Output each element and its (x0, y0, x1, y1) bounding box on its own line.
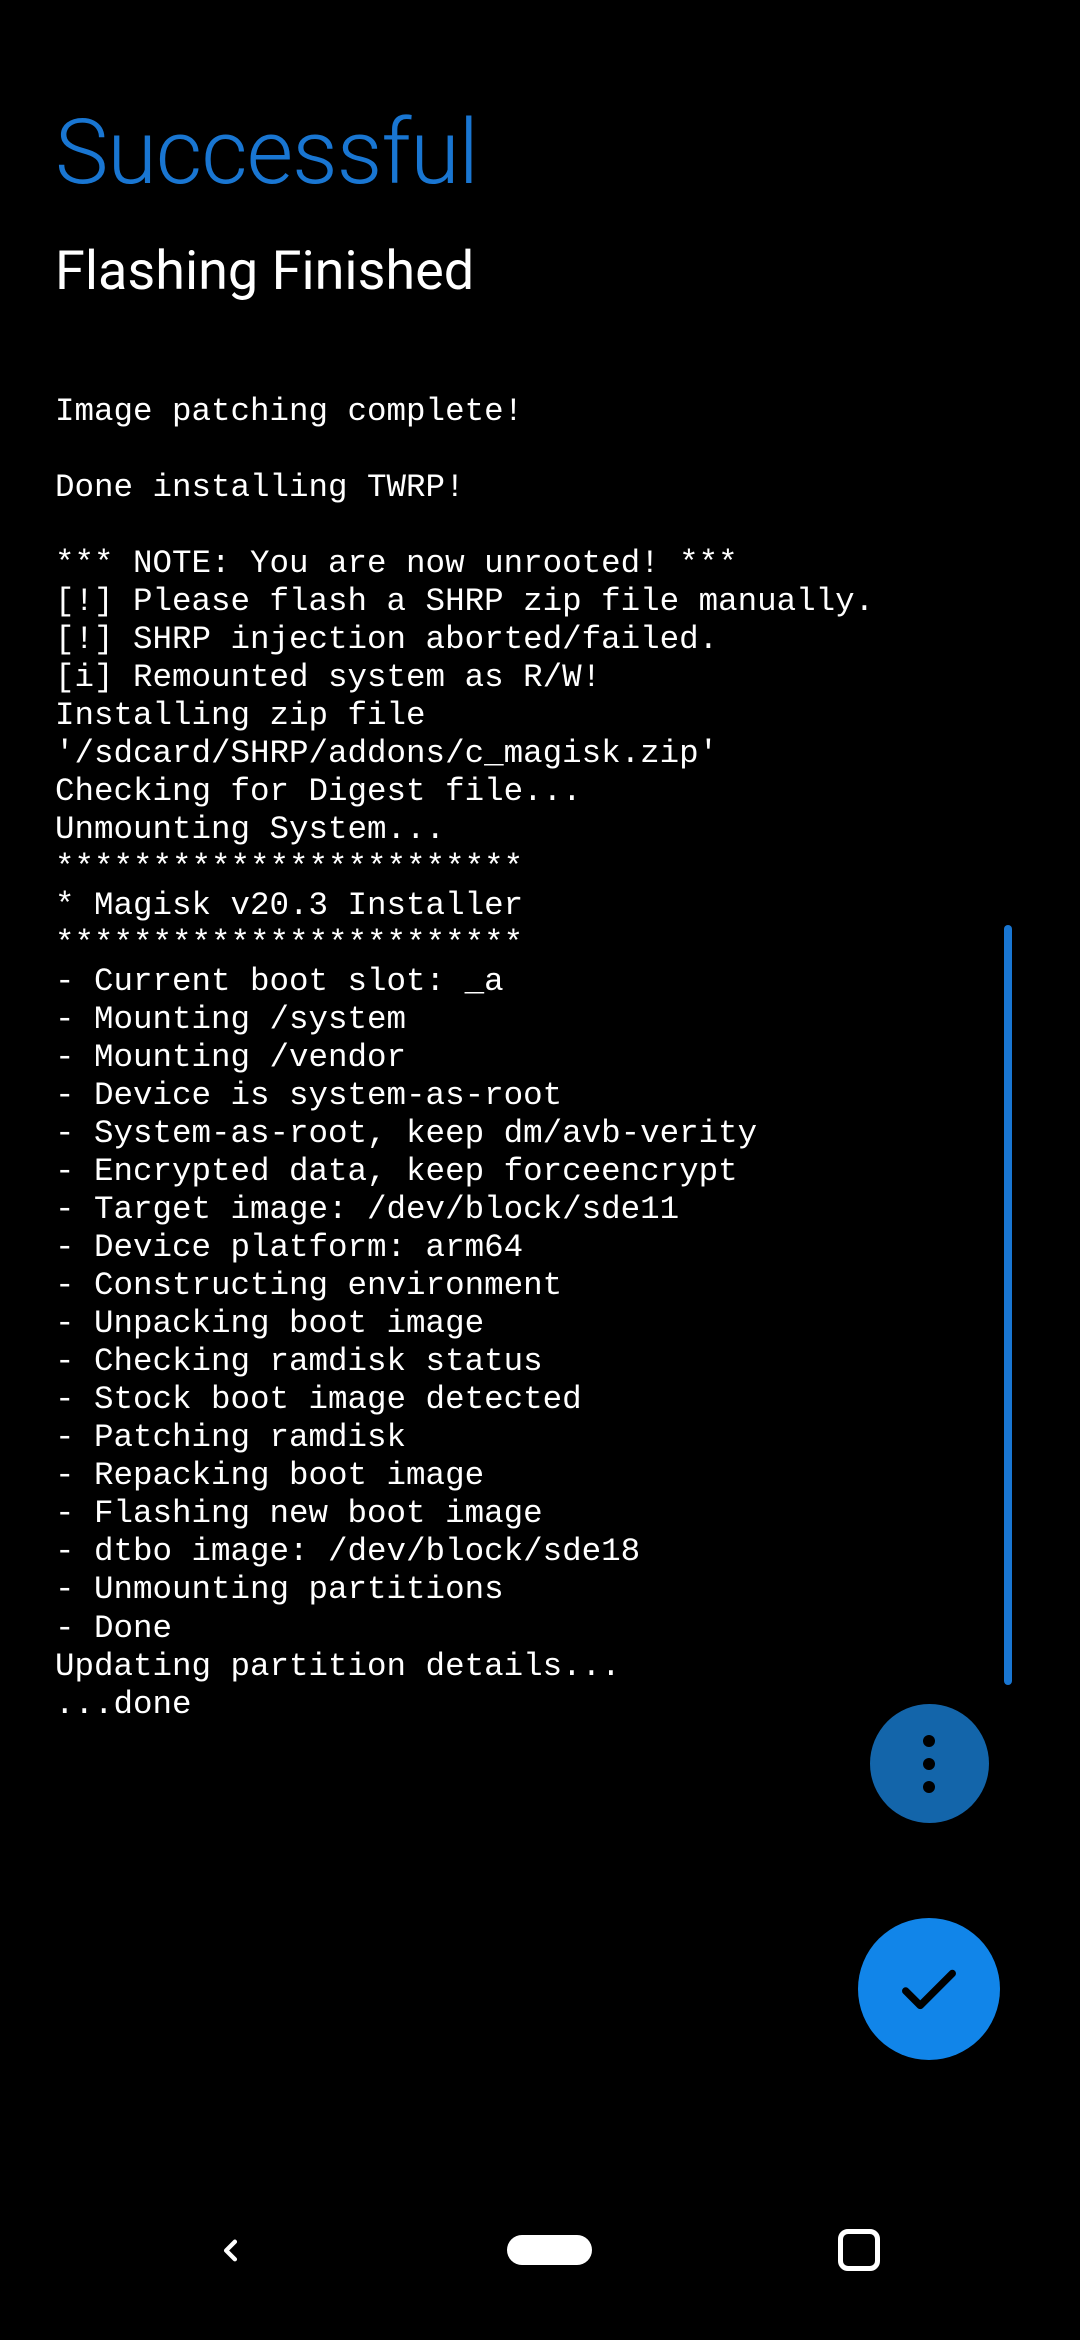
status-subtitle: Flashing Finished (55, 240, 1025, 303)
nav-recent-button[interactable] (838, 2229, 880, 2271)
checkmark-icon (894, 1953, 964, 2026)
confirm-button[interactable] (858, 1918, 1000, 2060)
flash-log-output[interactable]: Image patching complete! Done installing… (55, 393, 1025, 1724)
navigation-bar (0, 2200, 1080, 2300)
scroll-indicator[interactable] (1004, 925, 1012, 1685)
chevron-left-icon (213, 2233, 248, 2268)
status-title: Successful (55, 100, 1025, 205)
more-options-button[interactable] (870, 1704, 989, 1823)
nav-home-button[interactable] (507, 2235, 592, 2265)
nav-back-button[interactable] (200, 2220, 260, 2280)
more-vertical-icon (923, 1735, 935, 1793)
